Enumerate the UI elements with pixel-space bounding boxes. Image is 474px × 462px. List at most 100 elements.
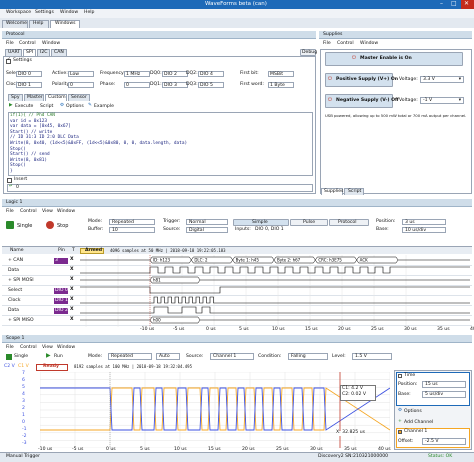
setting-label: First word: — [240, 82, 264, 87]
scope-single-button[interactable]: Single — [14, 354, 28, 360]
logic-position-input[interactable]: 3 us — [402, 219, 446, 225]
debug-button[interactable]: Debug — [300, 49, 317, 56]
tab-spi[interactable]: SPI — [23, 49, 36, 56]
logic-mode-select[interactable]: Repeated — [109, 219, 155, 225]
time-label: Time — [404, 373, 416, 378]
status-manual-trigger[interactable]: Manual Trigger — [6, 454, 40, 460]
setting-select[interactable]: DIO 5 — [198, 82, 224, 88]
logic-menu-view[interactable]: View — [42, 209, 53, 215]
setting-select[interactable]: 0 — [124, 82, 150, 88]
menu-window[interactable]: Window — [60, 10, 78, 16]
positive-voltage-input[interactable]: 3.3 V ▾ — [420, 76, 464, 83]
scope-y-tick: 4 — [22, 392, 25, 397]
protocol-trigger-tab[interactable]: Protocol — [329, 219, 369, 226]
supplies-menu-window[interactable]: Window — [360, 41, 378, 47]
add-channel-button[interactable]: Add Channel — [404, 420, 433, 426]
logic-menu-file[interactable]: File — [6, 209, 14, 215]
send-icon[interactable]: ↵ — [9, 184, 13, 190]
setting-select[interactable]: Low — [68, 71, 94, 77]
offset-input[interactable]: -2.5 V — [422, 438, 466, 445]
minimize-icon[interactable]: – — [440, 1, 443, 7]
status-ok: Status: OK — [428, 454, 453, 459]
trigger-x-icon: X — [70, 317, 74, 322]
status-device[interactable]: Discovery2 SN:210321000000 — [318, 454, 388, 460]
menu-workspace[interactable]: Workspace — [6, 10, 31, 16]
scope-auto-select[interactable]: Auto — [156, 353, 180, 360]
setting-select[interactable]: 0 — [68, 82, 94, 88]
tab-i2c[interactable]: I2C — [37, 49, 50, 56]
logic-title: Logic 1 — [6, 200, 23, 205]
setting-select[interactable]: DIO 1 — [16, 82, 42, 88]
channel1-checkbox[interactable] — [398, 430, 402, 434]
tab-can[interactable]: CAN — [51, 49, 67, 56]
tab-supplies[interactable]: Supplies — [321, 188, 343, 195]
options-button[interactable]: Options — [404, 409, 422, 415]
logic-base-input[interactable]: 10 us/div — [402, 227, 446, 233]
tab-uart[interactable]: UART — [5, 49, 22, 56]
insert-input[interactable] — [7, 184, 313, 192]
scope-position-label: Position: — [398, 382, 418, 387]
bus-segment-label: h00 — [153, 318, 161, 323]
tab-sensor[interactable]: Sensor — [68, 94, 90, 101]
tab-custom[interactable]: Custom — [45, 94, 67, 101]
single-icon — [6, 354, 12, 360]
setting-select[interactable]: 1 Byte — [268, 82, 294, 88]
protocol-menu-control[interactable]: Control — [19, 41, 36, 47]
logic-inputs-value[interactable]: DIO 0, DIO 1 — [255, 227, 284, 233]
tab-windows[interactable]: Windows — [50, 20, 80, 28]
scope-condition-select[interactable]: Falling — [288, 353, 328, 360]
logic-stop-button[interactable]: Stop — [57, 224, 68, 229]
setting-select[interactable]: DIO 2 — [162, 71, 188, 77]
options-icon: ⚙ — [60, 103, 65, 108]
insert-checkbox[interactable] — [7, 178, 12, 183]
setting-select[interactable]: DIO 4 — [198, 71, 224, 77]
negative-voltage-input[interactable]: -1 V ▾ — [420, 97, 464, 104]
supplies-menu-file[interactable]: File — [323, 41, 331, 47]
menu-settings[interactable]: Settings — [35, 10, 54, 16]
scope-plot-area[interactable] — [40, 372, 390, 448]
scope-y-tick: 6 — [22, 378, 25, 383]
time-checkbox[interactable] — [398, 374, 402, 378]
pulse-trigger-tab[interactable]: Pulse — [290, 219, 328, 226]
logic-buffer-input[interactable]: 10 — [109, 227, 155, 233]
logic-waveform-area[interactable]: ID: h123 DLC: 2 Byte 1: h45 Byte 2: h67 CRC:… — [80, 255, 470, 327]
scope-menu-window[interactable]: Window — [57, 345, 75, 351]
execute-button[interactable]: Execute — [15, 104, 33, 110]
scope-mode-select[interactable]: Repeated — [108, 353, 152, 360]
logic-trigger-select[interactable]: Normal — [186, 219, 228, 225]
tab-script[interactable]: Script — [344, 188, 364, 195]
supplies-menu-control[interactable]: Control — [337, 41, 354, 47]
scope-base-input[interactable]: 5 us/div — [422, 391, 466, 398]
setting-select[interactable]: DIO 0 — [16, 71, 42, 77]
logic-source-select[interactable]: Digital — [186, 227, 228, 233]
tab-spy[interactable]: Spy — [8, 94, 23, 101]
options-button[interactable]: Options — [66, 104, 84, 110]
setting-select[interactable]: DIO 3 — [162, 82, 188, 88]
example-button[interactable]: Example — [94, 104, 114, 110]
scope-menu-view[interactable]: View — [42, 345, 53, 351]
protocol-menu-window[interactable]: Window — [42, 41, 60, 47]
scope-position-input[interactable]: 15 us — [422, 381, 466, 388]
logic-channel-name: Select — [8, 288, 23, 293]
simple-trigger-tab[interactable]: Simple — [233, 219, 289, 226]
scope-run-button[interactable]: Run — [54, 354, 63, 360]
logic-single-button[interactable]: Single — [17, 224, 32, 229]
bus-segment-label: ID: h123 — [153, 258, 171, 263]
tab-welcome[interactable]: Welcome — [2, 20, 28, 28]
protocol-menu-file[interactable]: File — [6, 41, 14, 47]
code-line: } — [10, 169, 13, 174]
scope-menu-control[interactable]: Control — [20, 345, 37, 351]
setting-select[interactable]: MSBit — [268, 71, 294, 77]
scope-level-input[interactable]: 1.5 V — [352, 353, 392, 360]
script-button[interactable]: Script — [40, 104, 53, 110]
logic-menu-control[interactable]: Control — [20, 209, 37, 215]
menu-help[interactable]: Help — [84, 10, 94, 16]
tab-help[interactable]: Help — [29, 20, 49, 28]
scope-source-select[interactable]: Channel 1 — [210, 353, 254, 360]
tab-master[interactable]: Master — [24, 94, 44, 101]
setting-select[interactable]: 1 MHz — [124, 71, 150, 77]
usb-power-note: USB powered, allowing up to 500 mW total… — [325, 113, 467, 118]
scope-menu-file[interactable]: File — [6, 345, 14, 351]
logic-menu-window[interactable]: Window — [57, 209, 75, 215]
maximize-icon[interactable]: □ — [451, 1, 457, 7]
